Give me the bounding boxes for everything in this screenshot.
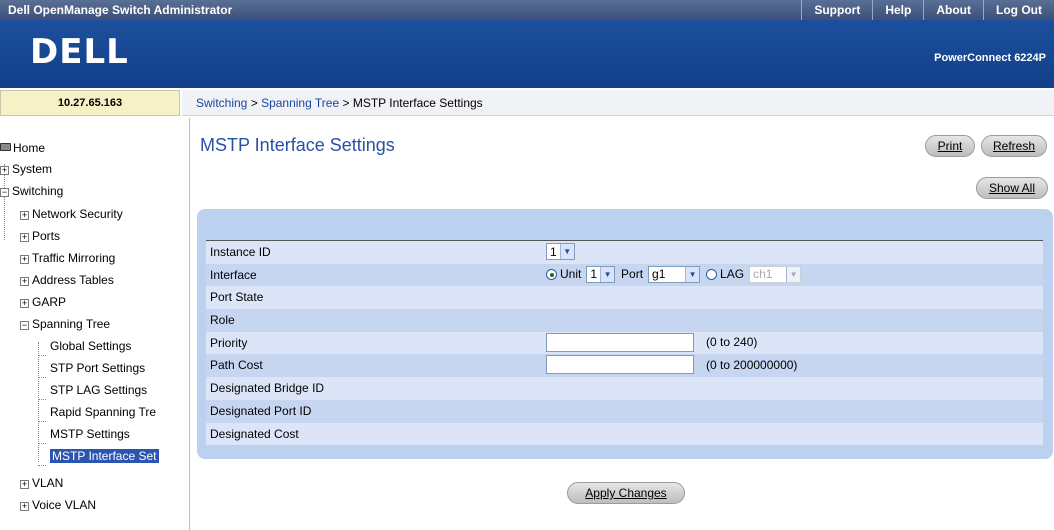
sidebar-item-mstp-settings[interactable]: MSTP Settings — [50, 425, 130, 443]
sidebar-item-switching[interactable]: − Switching — [0, 182, 63, 200]
sidebar-item-garp[interactable]: + GARP — [20, 293, 66, 311]
expand-icon[interactable]: + — [20, 277, 29, 286]
breadcrumb-separator: > — [342, 96, 350, 110]
lag-radio[interactable] — [706, 268, 718, 280]
home-icon — [0, 143, 11, 151]
chevron-down-icon: ▼ — [559, 244, 574, 259]
sidebar-item-vlan[interactable]: + VLAN — [20, 474, 63, 492]
sidebar-item-traffic-mirroring[interactable]: + Traffic Mirroring — [20, 249, 115, 267]
expand-icon[interactable]: + — [20, 502, 29, 511]
device-model: PowerConnect 6224P — [934, 52, 1046, 64]
show-all-button[interactable]: Show All — [976, 177, 1048, 199]
print-button[interactable]: Print — [925, 135, 975, 157]
sidebar-item-network-security[interactable]: + Network Security — [20, 205, 123, 223]
breadcrumb-separator: > — [250, 96, 258, 110]
priority-input[interactable] — [546, 332, 694, 352]
sidebar-item-rapid-spanning-tree[interactable]: Rapid Spanning Tre — [50, 403, 156, 421]
chevron-down-icon: ▼ — [685, 266, 700, 282]
sidebar-item-stp-port-settings[interactable]: STP Port Settings — [50, 359, 145, 377]
support-link[interactable]: Support — [801, 0, 872, 20]
sidebar-item-stp-lag-settings[interactable]: STP LAG Settings — [50, 381, 147, 399]
breadcrumb-current: MSTP Interface Settings — [352, 96, 483, 110]
logout-link[interactable]: Log Out — [983, 0, 1054, 20]
expand-icon[interactable]: + — [20, 480, 29, 489]
ip-address: 10.27.65.163 — [0, 90, 180, 116]
row-interface: Interface Unit 1 ▼ Port g1 ▼ LAG ch1 ▼ — [206, 263, 1043, 287]
row-designated-bridge-id: Designated Bridge ID — [206, 377, 1043, 400]
dell-logo: DELL — [30, 32, 129, 72]
help-link[interactable]: Help — [872, 0, 923, 20]
sidebar-item-spanning-tree[interactable]: − Spanning Tree — [20, 315, 110, 333]
sidebar-item-mstp-interface-settings[interactable]: MSTP Interface Set — [50, 447, 159, 465]
sidebar-item-home[interactable]: Home — [0, 139, 45, 157]
row-instance-id: Instance ID 1 ▼ — [206, 241, 1043, 264]
expand-icon[interactable]: + — [20, 299, 29, 308]
chevron-down-icon: ▼ — [600, 266, 615, 282]
row-path-cost: Path Cost (0 to 200000000) — [206, 354, 1043, 378]
top-bar: Dell OpenManage Switch Administrator Sup… — [0, 0, 1054, 20]
path-cost-input[interactable] — [546, 355, 694, 375]
expand-icon[interactable]: + — [0, 166, 9, 175]
row-designated-cost: Designated Cost — [206, 422, 1043, 446]
port-select[interactable]: g1 ▼ — [648, 265, 701, 283]
instance-id-select[interactable]: 1 ▼ — [546, 243, 575, 260]
about-link[interactable]: About — [923, 0, 983, 20]
unit-radio[interactable] — [546, 268, 557, 280]
app-title: Dell OpenManage Switch Administrator — [8, 3, 233, 17]
banner: DELL PowerConnect 6224P — [0, 20, 1054, 88]
breadcrumb-spanning-tree[interactable]: Spanning Tree — [261, 96, 339, 110]
sidebar-item-system[interactable]: + System — [0, 160, 52, 178]
refresh-button[interactable]: Refresh — [981, 135, 1047, 157]
expand-icon[interactable]: + — [20, 255, 29, 264]
header-links: Support Help About Log Out — [801, 0, 1054, 20]
unit-select[interactable]: 1 ▼ — [586, 265, 616, 283]
row-port-state: Port State — [206, 286, 1043, 310]
lag-select[interactable]: ch1 ▼ — [749, 265, 802, 283]
breadcrumb-switching[interactable]: Switching — [196, 96, 247, 110]
row-priority: Priority (0 to 240) — [206, 331, 1043, 355]
sidebar-item-voice-vlan[interactable]: + Voice VLAN — [20, 496, 96, 514]
collapse-icon[interactable]: − — [0, 188, 9, 197]
sidebar-item-ports[interactable]: + Ports — [20, 227, 60, 245]
row-designated-port-id: Designated Port ID — [206, 399, 1043, 423]
breadcrumb: Switching > Spanning Tree > MSTP Interfa… — [182, 90, 1054, 116]
sidebar-item-global-settings[interactable]: Global Settings — [50, 337, 131, 355]
row-role: Role — [206, 309, 1043, 332]
apply-changes-button[interactable]: Apply Changes — [567, 482, 685, 504]
expand-icon[interactable]: + — [20, 233, 29, 242]
collapse-icon[interactable]: − — [20, 321, 29, 330]
sidebar-item-address-tables[interactable]: + Address Tables — [20, 271, 114, 289]
sidebar-tree: Home + System − Switching + Network Securit… — [0, 118, 190, 530]
expand-icon[interactable]: + — [20, 211, 29, 220]
page-title: MSTP Interface Settings — [200, 135, 395, 155]
settings-table: Instance ID 1 ▼ Interface Unit 1 ▼ Port g1… — [206, 240, 1043, 446]
chevron-down-icon: ▼ — [786, 266, 801, 282]
